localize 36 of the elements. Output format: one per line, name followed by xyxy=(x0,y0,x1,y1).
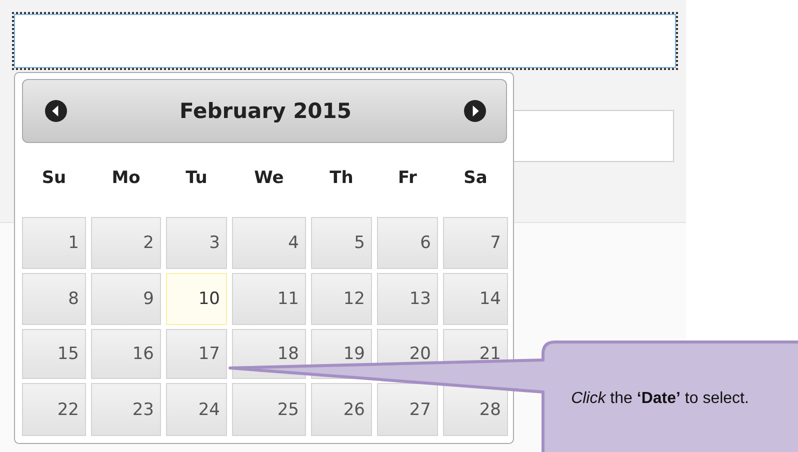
month-title: February 2015 xyxy=(179,99,352,123)
day-cell[interactable]: 14 xyxy=(443,273,508,325)
day-cell[interactable]: 9 xyxy=(91,273,161,325)
day-cell[interactable]: 28 xyxy=(443,383,508,436)
day-cell[interactable]: 15 xyxy=(22,329,86,379)
day-cell[interactable]: 7 xyxy=(443,217,508,269)
day-cell[interactable]: 4 xyxy=(232,217,306,269)
day-cell[interactable]: 6 xyxy=(377,217,438,269)
day-cell[interactable]: 2 xyxy=(91,217,161,269)
input-field[interactable] xyxy=(14,14,676,68)
day-cell[interactable]: 22 xyxy=(22,383,86,436)
next-month-icon[interactable] xyxy=(464,100,486,122)
day-cell[interactable]: 11 xyxy=(232,273,306,325)
weekday-label: Tu xyxy=(186,168,208,188)
day-cell[interactable]: 24 xyxy=(166,383,227,436)
weekday-label: Sa xyxy=(464,168,488,188)
weekday-label: Su xyxy=(42,168,66,188)
day-cell[interactable]: 27 xyxy=(377,383,438,436)
weekday-label: Mo xyxy=(112,168,140,188)
day-cell[interactable]: 12 xyxy=(311,273,372,325)
weekday-label: Th xyxy=(330,168,354,188)
day-cell[interactable]: 25 xyxy=(232,383,306,436)
day-cell[interactable]: 17 xyxy=(166,329,227,379)
day-cell[interactable]: 16 xyxy=(91,329,161,379)
previous-month-icon[interactable] xyxy=(45,100,67,122)
day-cell[interactable]: 5 xyxy=(311,217,372,269)
day-cell[interactable]: 23 xyxy=(91,383,161,436)
weekday-label: We xyxy=(254,168,284,188)
day-cell[interactable]: 26 xyxy=(311,383,372,436)
weekday-label: Fr xyxy=(398,168,417,188)
callout-text: Click the ‘Date’ to select. xyxy=(570,389,750,409)
day-cell[interactable]: 13 xyxy=(377,273,438,325)
day-cell[interactable]: 10 xyxy=(166,273,227,325)
day-cell[interactable]: 3 xyxy=(166,217,227,269)
day-cell[interactable]: 1 xyxy=(22,217,86,269)
day-cell[interactable]: 8 xyxy=(22,273,86,325)
